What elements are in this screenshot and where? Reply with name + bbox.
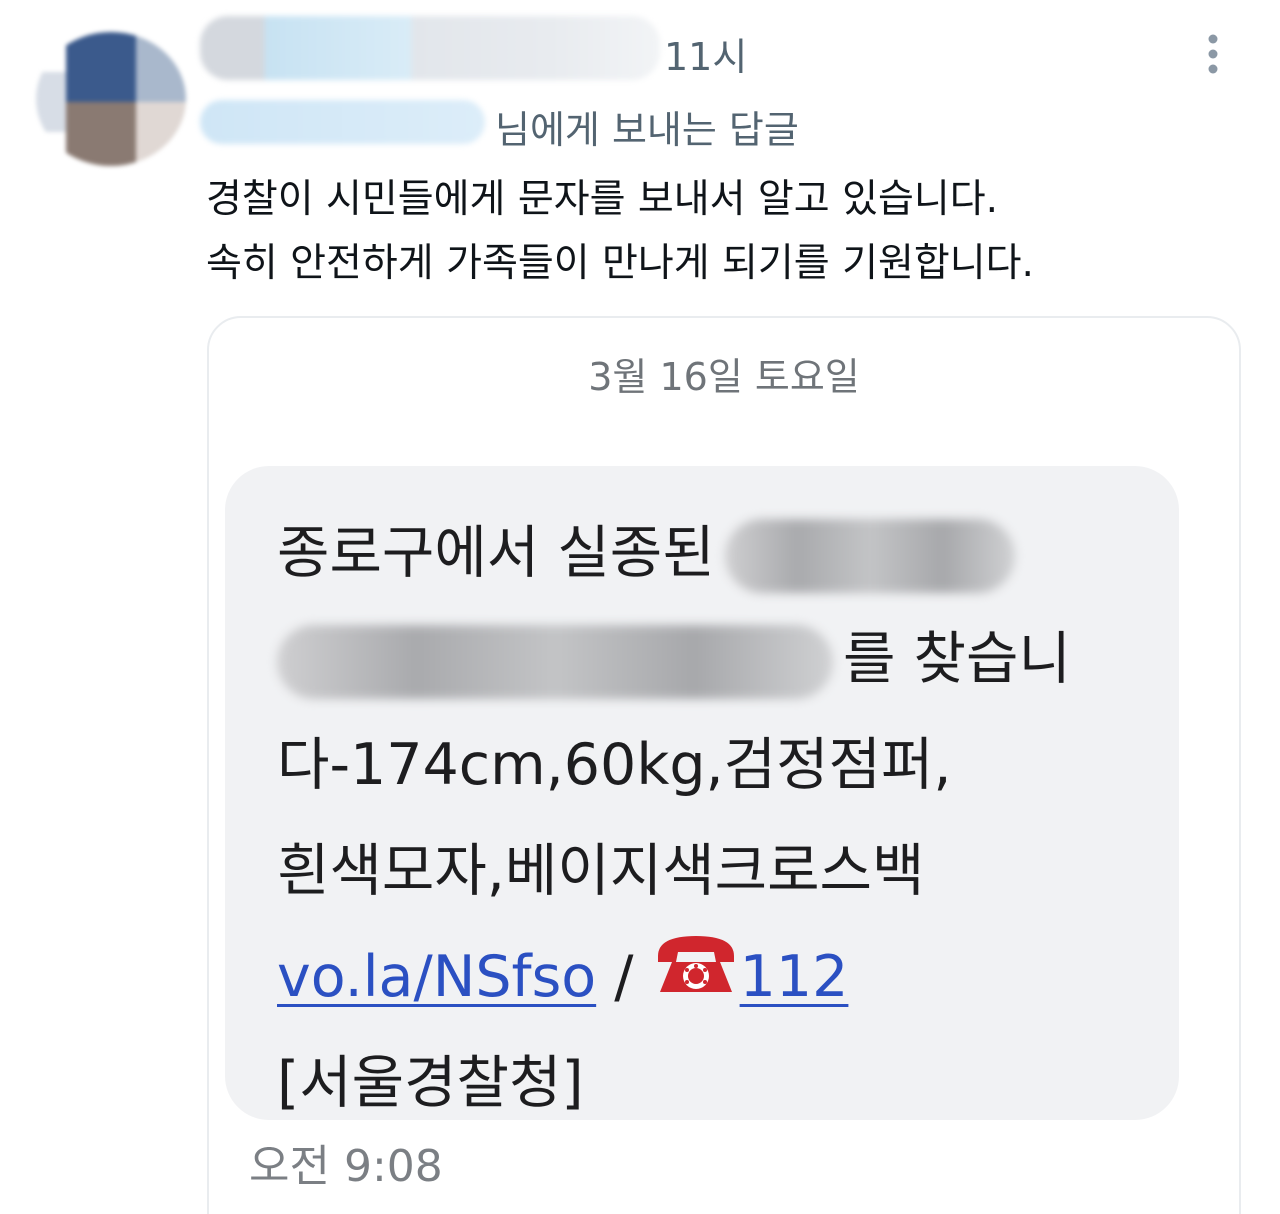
replying-to-label: 님에게 보내는 답글	[495, 108, 799, 152]
avatar[interactable]	[36, 32, 186, 166]
sms-line-2-text: 를 찾습니	[843, 626, 1071, 692]
sms-line-5: vo.la/NSfso / 112	[277, 924, 1071, 1030]
reply-text-line-1: 경찰이 시민들에게 문자를 보내서 알고 있습니다.	[206, 177, 998, 222]
sms-line-3: 다-174cm,60kg,검정점퍼,	[277, 732, 952, 798]
telephone-icon	[657, 936, 734, 992]
sms-timestamp: 오전 9:08	[249, 1141, 443, 1192]
sms-separator: /	[596, 944, 652, 1010]
sms-sender: [서울경찰청]	[277, 1050, 584, 1116]
attached-screenshot[interactable]: 3월 16일 토요일 종로구에서 실종된 를 찾습니 다-174cm,60kg,…	[207, 316, 1241, 1214]
sms-line-2: 를 찾습니	[277, 606, 1071, 712]
sms-line-4: 흰색모자,베이지색크로스백	[277, 838, 925, 904]
sms-line-1-text: 종로구에서 실종된	[277, 520, 715, 586]
sms-message-bubble: 종로구에서 실종된 를 찾습니 다-174cm,60kg,검정점퍼, 흰색모자,…	[225, 466, 1179, 1120]
display-name-redacted[interactable]	[200, 16, 660, 80]
sms-link[interactable]: vo.la/NSfso	[277, 944, 596, 1010]
reply-timestamp[interactable]: 11시	[664, 26, 747, 81]
reply-text: 경찰이 시민들에게 문자를 보내서 알고 있습니다. 속히 안전하게 가족들이 …	[206, 168, 1034, 296]
tweet-reply: 11시 님에게 보내는 답글 경찰이 시민들에게 문자를 보내서 알고 있습니다…	[0, 0, 1280, 1214]
more-vertical-icon[interactable]	[1196, 30, 1230, 78]
sms-phone-number[interactable]: 112	[740, 944, 849, 1010]
redacted-name-part-1	[724, 519, 1015, 594]
sms-line-1: 종로구에서 실종된	[277, 500, 1071, 606]
replying-to-handle-redacted[interactable]	[200, 100, 485, 144]
sms-message-text: 종로구에서 실종된 를 찾습니 다-174cm,60kg,검정점퍼, 흰색모자,…	[277, 500, 1071, 1136]
sms-date-header: 3월 16일 토요일	[588, 355, 860, 399]
redacted-name-part-2	[277, 625, 833, 700]
reply-text-line-2: 속히 안전하게 가족들이 만나게 되기를 기원합니다.	[206, 241, 1034, 286]
